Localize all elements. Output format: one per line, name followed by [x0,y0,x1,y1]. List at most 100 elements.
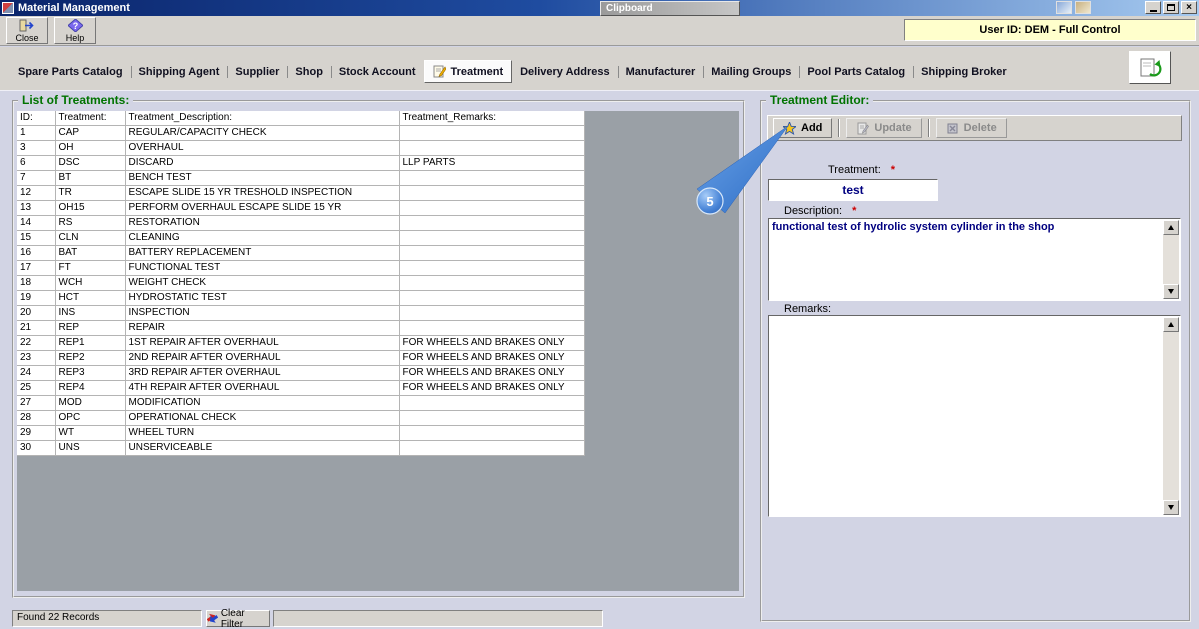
tab-manufacturer[interactable]: Manufacturer [617,62,704,82]
table-row[interactable]: 6 DSC DISCARD LLP PARTS [17,155,585,171]
tab-pool-parts-catalog[interactable]: Pool Parts Catalog [799,62,913,82]
export-icon [1140,58,1162,76]
scroll-up-button[interactable] [1163,317,1179,332]
tab-delivery-address[interactable]: Delivery Address [512,62,617,82]
tab-spare-parts-catalog[interactable]: Spare Parts Catalog [10,62,131,82]
table-row[interactable]: 15 CLN CLEANING [17,230,585,246]
table-cell: BAT [55,245,126,261]
table-cell [399,425,585,441]
delete-button[interactable]: Delete [935,118,1007,138]
treatment-required-marker: * [890,164,896,176]
clipboard-panel[interactable]: Clipboard [600,1,740,16]
table-cell: TR [55,185,126,201]
table-row[interactable]: 23 REP2 2ND REPAIR AFTER OVERHAUL FOR WHEEL… [17,350,585,366]
table-row[interactable]: 27 MOD MODIFICATION [17,395,585,411]
table-cell: 1ST REPAIR AFTER OVERHAUL [125,335,400,351]
scroll-down-button[interactable] [1163,284,1179,299]
scroll-down-button[interactable] [1163,500,1179,515]
table-row[interactable]: 14 RS RESTORATION [17,215,585,231]
clipboard-label: Clipboard [606,3,653,14]
table-row[interactable]: 29 WT WHEEL TURN [17,425,585,441]
table-cell: 2ND REPAIR AFTER OVERHAUL [125,350,400,366]
table-row[interactable]: 7 BT BENCH TEST [17,170,585,186]
statusbar: Found 22 Records Clear Filter [0,608,1199,629]
table-cell: 29 [17,425,56,441]
add-icon [783,121,796,135]
table-cell [399,230,585,246]
tab-stock-account[interactable]: Stock Account [330,62,424,82]
titlebar-image-icon-1[interactable] [1056,1,1072,14]
close-button[interactable]: Close [6,17,48,44]
table-cell: 21 [17,320,56,336]
tab-mailing-groups[interactable]: Mailing Groups [703,62,799,82]
column-header-remarks[interactable]: Treatment_Remarks: [399,111,585,126]
help-button[interactable]: ? Help [54,17,96,44]
table-cell: BENCH TEST [125,170,400,186]
table-cell: WT [55,425,126,441]
table-row[interactable]: 3 OH OVERHAUL [17,140,585,156]
add-button[interactable]: Add [773,118,833,138]
table-cell: UNS [55,440,126,456]
column-header-description[interactable]: Treatment_Description: [125,111,400,126]
column-header-id[interactable]: ID: [17,111,56,126]
description-field-label: Description: * [784,205,856,217]
description-textarea[interactable]: functional test of hydrolic system cylin… [768,218,1181,301]
table-row[interactable]: 16 BAT BATTERY REPLACEMENT [17,245,585,261]
close-window-button[interactable]: × [1181,1,1197,14]
scroll-down-icon [1168,505,1174,510]
description-scrollbar[interactable] [1163,220,1179,299]
table-cell: 18 [17,275,56,291]
table-cell [399,140,585,156]
table-cell: 30 [17,440,56,456]
export-button[interactable] [1129,51,1171,84]
minimize-button[interactable] [1145,1,1161,14]
tab-supplier[interactable]: Supplier [227,62,287,82]
table-row[interactable]: 17 FT FUNCTIONAL TEST [17,260,585,276]
table-row[interactable]: 24 REP3 3RD REPAIR AFTER OVERHAUL FOR WHEEL… [17,365,585,381]
table-row[interactable]: 21 REP REPAIR [17,320,585,336]
table-row[interactable]: 19 HCT HYDROSTATIC TEST [17,290,585,306]
scroll-up-button[interactable] [1163,220,1179,235]
tab-shop[interactable]: Shop [287,62,331,82]
table-cell: FOR WHEELS AND BRAKES ONLY [399,335,585,351]
table-cell [399,125,585,141]
table-cell: REP1 [55,335,126,351]
table-cell: LLP PARTS [399,155,585,171]
table-row[interactable]: 28 OPC OPERATIONAL CHECK [17,410,585,426]
update-button[interactable]: Update [846,118,922,138]
table-row[interactable]: 30 UNS UNSERVICEABLE [17,440,585,456]
table-cell: 28 [17,410,56,426]
table-row[interactable]: 18 WCH WEIGHT CHECK [17,275,585,291]
table-cell [399,395,585,411]
table-cell: MODIFICATION [125,395,400,411]
column-header-treatment[interactable]: Treatment: [55,111,126,126]
table-row[interactable]: 1 CAP REGULAR/CAPACITY CHECK [17,125,585,141]
tab-shipping-broker[interactable]: Shipping Broker [913,62,1015,82]
clear-filter-button[interactable]: Clear Filter [206,608,270,629]
table-row[interactable]: 25 REP4 4TH REPAIR AFTER OVERHAUL FOR WHEEL… [17,380,585,396]
table-row[interactable]: 22 REP1 1ST REPAIR AFTER OVERHAUL FOR WHEEL… [17,335,585,351]
maximize-button[interactable] [1163,1,1179,14]
remarks-scrollbar[interactable] [1163,317,1179,515]
table-row[interactable]: 12 TR ESCAPE SLIDE 15 YR TRESHOLD INSPECTI… [17,185,585,201]
treatment-label-text: Treatment: [828,164,881,176]
titlebar-image-icon-2[interactable] [1075,1,1091,14]
window-title: Material Management [18,2,130,14]
user-id-text: User ID: DEM - Full Control [979,24,1121,36]
table-cell [399,410,585,426]
table-cell: 13 [17,200,56,216]
table-cell [399,170,585,186]
table-row[interactable]: 13 OH15 PERFORM OVERHAUL ESCAPE SLIDE 15 Y… [17,200,585,216]
table-cell: BT [55,170,126,186]
remarks-textarea[interactable] [768,315,1181,517]
tab-shipping-agent[interactable]: Shipping Agent [130,62,228,82]
app-icon [2,2,14,14]
editor-button-bar: Add Update Delete [767,115,1182,141]
treatments-group: List of Treatments: ID: Treatment: Treat… [12,93,745,598]
table-cell: 25 [17,380,56,396]
tab-treatment[interactable]: Treatment [423,60,513,83]
table-row[interactable]: 20 INS INSPECTION [17,305,585,321]
treatments-table-body: 1 CAP REGULAR/CAPACITY CHECK 3 OH OVERHAUL 6 DS… [17,125,585,456]
treatment-input[interactable] [768,179,938,201]
editor-section-title: Treatment Editor: [766,93,874,107]
